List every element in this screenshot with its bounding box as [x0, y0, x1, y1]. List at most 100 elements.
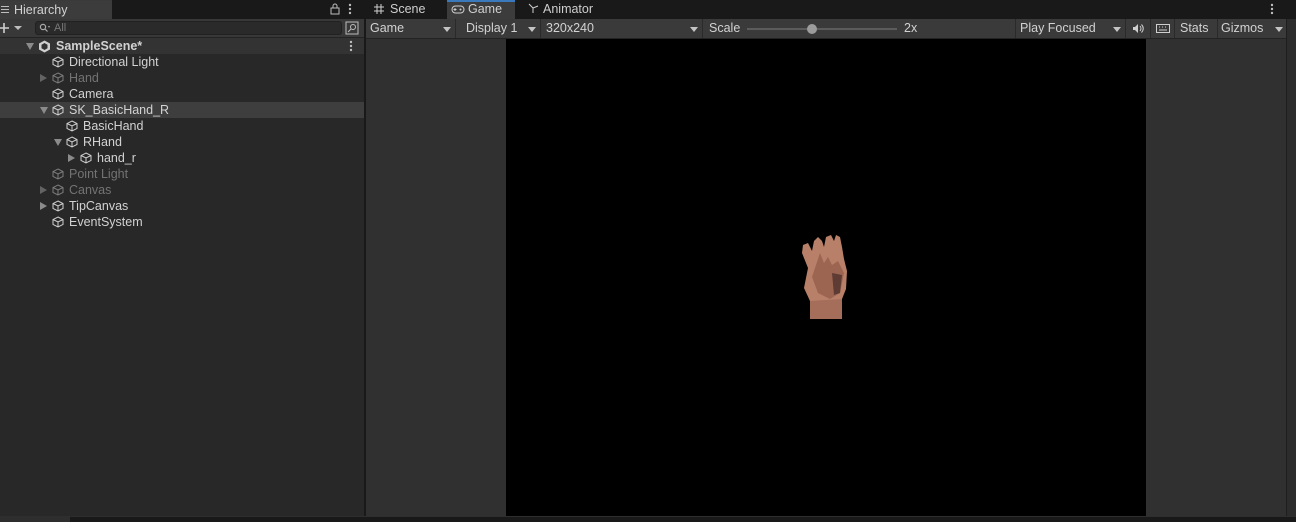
- display-dropdown[interactable]: Display 1: [461, 19, 541, 38]
- tree-row-eventsystem[interactable]: EventSystem: [0, 214, 364, 230]
- game-render-area[interactable]: [506, 39, 1146, 516]
- chevron-down-icon: [1113, 27, 1121, 32]
- hierarchy-tab-label: Hierarchy: [14, 3, 68, 17]
- tree-row-samplescene[interactable]: SampleScene*: [0, 38, 364, 54]
- tab-animator[interactable]: Animator: [524, 0, 604, 19]
- tab-game-label: Game: [468, 2, 503, 16]
- tree-row-point-light[interactable]: Point Light: [0, 166, 364, 182]
- animator-icon: [528, 3, 539, 13]
- tree-row-rhand[interactable]: RHand: [0, 134, 364, 150]
- chevron-down-icon: [690, 27, 698, 32]
- gameobject-cube-icon: [52, 216, 64, 228]
- right-panel-edge[interactable]: [1286, 19, 1296, 516]
- tree-row-hand-r[interactable]: hand_r: [0, 150, 364, 166]
- tree-row-label: BasicHand: [83, 119, 144, 133]
- gameobject-cube-icon: [52, 72, 64, 84]
- bottom-panel-tab[interactable]: [0, 517, 70, 522]
- scale-control: Scale 2x: [704, 19, 1016, 38]
- tree-row-label: SampleScene*: [56, 39, 143, 53]
- play-mode-dropdown[interactable]: Play Focused: [1016, 19, 1126, 38]
- tree-row-hand[interactable]: Hand: [0, 70, 364, 86]
- expand-arrow-icon[interactable]: [40, 74, 47, 82]
- grid-icon: [374, 4, 384, 14]
- tree-row-tipcanvas[interactable]: TipCanvas: [0, 198, 364, 214]
- tree-row-directional-light[interactable]: Directional Light: [0, 54, 364, 70]
- gameobject-cube-icon: [52, 104, 64, 116]
- tab-game[interactable]: Game: [447, 0, 515, 19]
- gizmos-dropdown[interactable]: Gizmos: [1218, 19, 1286, 38]
- unity-scene-icon: [39, 40, 50, 53]
- view-mode-dropdown[interactable]: Game: [366, 19, 456, 38]
- view-mode-label: Game: [370, 21, 405, 35]
- search-icon: [39, 23, 50, 32]
- kebab-menu-icon[interactable]: [1270, 3, 1274, 15]
- display-label: Display 1: [466, 21, 518, 35]
- tree-row-label: EventSystem: [69, 215, 143, 229]
- tree-row-label: Hand: [69, 71, 99, 85]
- hand-model-image: [802, 235, 847, 319]
- tab-scene-label: Scene: [390, 2, 426, 16]
- tree-row-sk-basichand-r[interactable]: SK_BasicHand_R: [0, 102, 364, 118]
- expand-arrow-icon[interactable]: [40, 186, 47, 194]
- scale-slider-thumb[interactable]: [806, 24, 817, 34]
- gameobject-cube-icon: [52, 184, 64, 196]
- hierarchy-toolbar: All: [0, 19, 364, 38]
- gameobject-cube-icon: [52, 168, 64, 180]
- play-mode-label: Play Focused: [1020, 21, 1096, 35]
- tree-row-label: Directional Light: [69, 55, 159, 69]
- tree-row-canvas[interactable]: Canvas: [0, 182, 364, 198]
- speaker-icon: [1133, 24, 1144, 33]
- scale-label: Scale: [709, 21, 741, 35]
- expand-arrow-icon[interactable]: [40, 202, 47, 210]
- tree-row-label: Canvas: [69, 183, 112, 197]
- expand-arrow-icon[interactable]: [40, 107, 48, 114]
- gizmos-label: Gizmos: [1221, 21, 1264, 35]
- hierarchy-tab[interactable]: Hierarchy: [0, 0, 112, 19]
- game-tab-bar: Scene Game Animator: [366, 0, 1296, 19]
- kebab-menu-icon[interactable]: [349, 40, 353, 52]
- tree-row-label: TipCanvas: [69, 199, 129, 213]
- chevron-down-icon: [528, 27, 536, 32]
- gameobject-cube-icon: [80, 152, 92, 164]
- add-dropdown-button[interactable]: [0, 22, 24, 34]
- tree-row-label: SK_BasicHand_R: [69, 103, 170, 117]
- tree-row-label: Point Light: [69, 167, 129, 181]
- gameobject-cube-icon: [66, 136, 78, 148]
- tree-row-label: hand_r: [97, 151, 136, 165]
- chevron-down-icon: [443, 27, 451, 32]
- tab-animator-label: Animator: [543, 2, 594, 16]
- bottom-panel-strip: [0, 516, 1296, 522]
- lock-icon[interactable]: [330, 3, 340, 15]
- expand-arrow-icon[interactable]: [68, 154, 75, 162]
- hamburger-menu-icon: [1, 6, 9, 14]
- hierarchy-search-input[interactable]: All: [35, 21, 342, 35]
- chevron-down-icon: [1275, 27, 1283, 32]
- tree-row-label: RHand: [83, 135, 122, 149]
- stats-button[interactable]: Stats: [1176, 19, 1218, 38]
- search-scene-icon[interactable]: [345, 21, 359, 35]
- tree-row-basichand[interactable]: BasicHand: [0, 118, 364, 134]
- kebab-menu-icon[interactable]: [348, 3, 352, 15]
- hierarchy-tree: SampleScene* Directional Light Hand Came…: [0, 38, 364, 230]
- tab-scene[interactable]: Scene: [370, 0, 444, 19]
- gameobject-cube-icon: [52, 200, 64, 212]
- scale-slider-track[interactable]: [747, 28, 897, 30]
- keyboard-shortcuts-button[interactable]: [1151, 19, 1175, 38]
- expand-arrow-icon[interactable]: [54, 139, 62, 146]
- resolution-dropdown[interactable]: 320x240: [541, 19, 703, 38]
- expand-arrow-icon[interactable]: [26, 43, 34, 50]
- tree-row-label: Camera: [69, 87, 114, 101]
- keyboard-icon: [1156, 24, 1170, 33]
- stats-label: Stats: [1180, 21, 1209, 35]
- game-toolbar: Game Display 1 320x240 Scale 2x Play Foc…: [366, 19, 1286, 39]
- mute-audio-button[interactable]: [1126, 19, 1151, 38]
- search-placeholder: All: [54, 22, 67, 34]
- gameobject-cube-icon: [52, 56, 64, 68]
- hierarchy-tab-bar: Hierarchy: [0, 0, 364, 19]
- resolution-label: 320x240: [546, 21, 594, 35]
- gameobject-cube-icon: [52, 88, 64, 100]
- scale-value: 2x: [904, 21, 918, 35]
- gameobject-cube-icon: [66, 120, 78, 132]
- gamepad-icon: [451, 5, 465, 14]
- tree-row-camera[interactable]: Camera: [0, 86, 364, 102]
